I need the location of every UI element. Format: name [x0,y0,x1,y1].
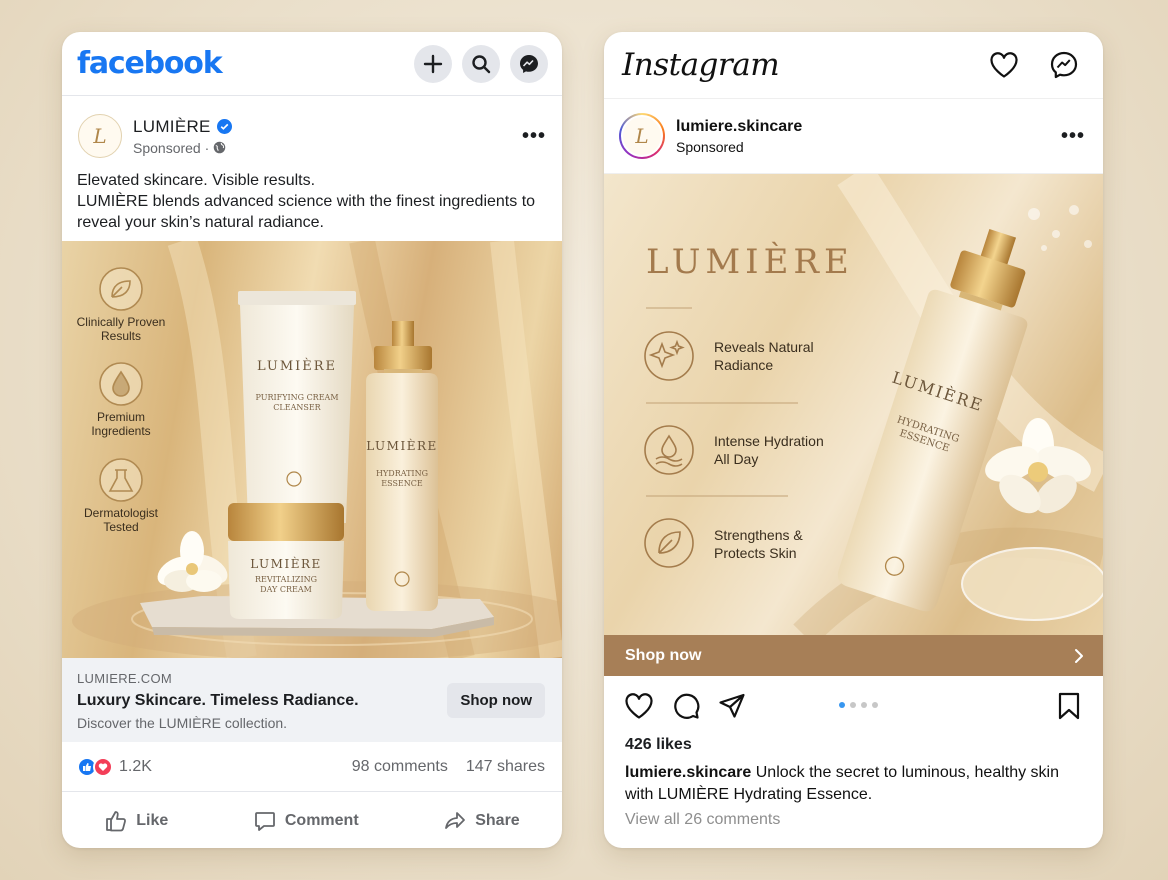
post-header: L LUMIÈRE Sponsored · ••• [62,96,562,164]
caption-username[interactable]: lumiere.skincare [625,764,751,781]
comments-count[interactable]: 98 comments [352,758,448,776]
shop-now-label: Shop now [625,646,702,664]
shop-now-bar[interactable]: Shop now [604,635,1103,676]
messenger-icon[interactable] [1049,50,1079,80]
ad-image[interactable]: Clinically Proven Results Premium Ingred… [62,241,562,658]
page-name[interactable]: LUMIÈRE [133,117,211,137]
love-reaction-icon [93,756,113,777]
jar-product-name: REVITALIZING DAY CREAM [254,575,318,594]
feature-label-premium-ingredients: Premium Ingredients [91,410,151,438]
likes-count[interactable]: 426 likes [625,736,692,754]
benefit-label-protection: Strengthens & Protects Skin [714,527,803,561]
like-button[interactable]: Like [104,809,168,833]
comment-label: Comment [284,812,359,829]
benefit-label-radiance: Reveals Natural Radiance [714,339,814,373]
more-options-icon[interactable]: ••• [1061,125,1085,148]
benefit-label-hydration: Intense Hydration All Day [714,433,824,467]
more-options-icon[interactable]: ••• [522,125,546,148]
facebook-top-bar: facebook [62,32,562,96]
comment-icon[interactable] [672,692,700,720]
facebook-logo[interactable]: facebook [77,46,223,81]
feature-label-dermatologist-tested: Dermatologist Tested [83,506,159,534]
ad-image[interactable]: LUMIÈRE Reveals Natural Radiance Intense… [604,174,1103,635]
brand-headline: LUMIÈRE [646,242,854,282]
feature-label-clinically-proven: Clinically Proven Results [76,315,166,343]
post-actions: Like Comment Share [62,794,562,848]
shares-count[interactable]: 147 shares [466,758,545,776]
chevron-right-icon [1075,648,1083,663]
globe-icon [214,141,226,154]
carousel-dot [861,702,867,708]
thumbs-up-icon [106,811,127,832]
reactions-count[interactable]: 1.2K [119,758,152,776]
view-all-comments-link[interactable]: View all 26 comments [625,811,780,829]
post-actions [604,682,1103,730]
bottle-product-name: HYDRATING ESSENCE [376,469,428,488]
comment-button[interactable]: Comment [253,809,359,833]
username[interactable]: lumiere.skincare [676,118,1061,136]
share-send-icon[interactable] [718,692,746,720]
post-header: L lumiere.skincare Sponsored ••• [604,99,1103,174]
like-label: Like [136,812,169,829]
jar-brand-label: LUMIÈRE [250,557,322,571]
page-avatar[interactable]: L [78,114,122,158]
share-arrow-icon [445,812,466,829]
instagram-logo[interactable]: Instagram [622,47,780,83]
bottle-brand-label: LUMIÈRE [366,439,438,453]
profile-story-ring[interactable]: L [619,113,665,159]
instagram-top-bar: Instagram [604,32,1103,99]
heart-icon[interactable] [989,51,1019,79]
carousel-dot-active [839,702,845,708]
instagram-ad-card: Instagram L lumiere.skincare Sponsored •… [604,32,1103,848]
carousel-indicator [839,702,878,708]
sponsored-label: Sponsored · [133,139,210,156]
profile-avatar: L [621,115,663,157]
carousel-dot [850,702,856,708]
like-heart-icon[interactable] [624,692,654,720]
carousel-dot [872,702,878,708]
messenger-icon[interactable] [510,44,548,83]
facebook-ad-card: facebook L LUMIÈRE Sponsored · ••• Eleva… [62,32,562,848]
shop-now-button[interactable]: Shop now [447,683,545,718]
tube-product-name: PURIFYING CREAM CLEANSER [255,393,339,412]
create-plus-icon[interactable] [414,44,452,83]
caption: lumiere.skincare Unlock the secret to lu… [625,762,1075,806]
sponsored-label: Sponsored [676,138,744,155]
link-preview[interactable]: LUMIERE.COM Luxury Skincare. Timeless Ra… [62,658,562,742]
share-button[interactable]: Share [443,809,520,833]
bookmark-icon[interactable] [1057,692,1081,720]
engagement-bar: 1.2K 98 comments 147 shares [62,742,562,792]
share-label: Share [475,812,520,829]
tube-brand-label: LUMIÈRE [256,359,338,374]
verified-badge-icon [216,119,232,134]
search-icon[interactable] [462,44,500,83]
comment-bubble-icon [254,812,275,831]
